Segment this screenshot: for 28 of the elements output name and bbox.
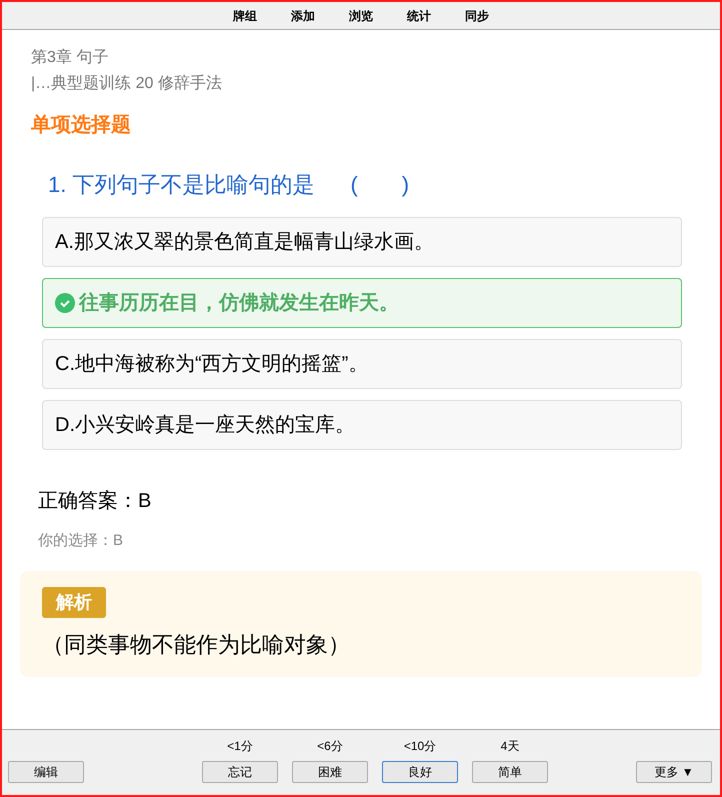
your-choice: 你的选择：B — [38, 531, 124, 551]
question-text: 1. 下列句子不是比喻句的是 — [48, 171, 314, 199]
answer-button[interactable]: 良好 — [382, 761, 458, 783]
edit-button[interactable]: 编辑 — [8, 761, 84, 783]
answer-button[interactable]: 简单 — [472, 761, 548, 783]
menu-item[interactable]: 浏览 — [349, 6, 373, 24]
interval-label: <6分 — [317, 738, 343, 755]
answer-option[interactable]: C.地中海被称为“西方文明的摇篮”。 — [42, 339, 682, 389]
menu-item[interactable]: 添加 — [291, 6, 315, 24]
interval-label: <10分 — [404, 738, 436, 755]
question-type: 单项选择题 — [31, 113, 132, 138]
section-title: |…典型题训练 20 修辞手法 — [31, 74, 223, 94]
explanation-label: 解析 — [42, 586, 106, 618]
answer-button[interactable]: 忘记 — [202, 761, 278, 783]
chapter-title: 第3章 句子 — [31, 48, 110, 68]
answer-blank: ( ) — [350, 171, 410, 199]
more-button[interactable]: 更多 ▼ — [636, 761, 712, 783]
menu-item[interactable]: 牌组 — [233, 6, 257, 24]
correct-answer: 正确答案：B — [38, 489, 152, 514]
answer-option[interactable]: D.小兴安岭真是一座天然的宝库。 — [42, 400, 682, 450]
menu-item[interactable]: 统计 — [407, 6, 431, 24]
answer-button[interactable]: 困难 — [292, 761, 368, 783]
interval-label: <1分 — [227, 738, 253, 755]
answer-option[interactable]: A.那又浓又翠的景色简直是幅青山绿水画。 — [42, 217, 682, 267]
menu-item[interactable]: 同步 — [465, 6, 489, 24]
interval-label: 4天 — [500, 738, 520, 755]
explanation-text: （同类事物不能作为比喻对象） — [42, 630, 350, 658]
check-circle-icon — [55, 293, 75, 313]
